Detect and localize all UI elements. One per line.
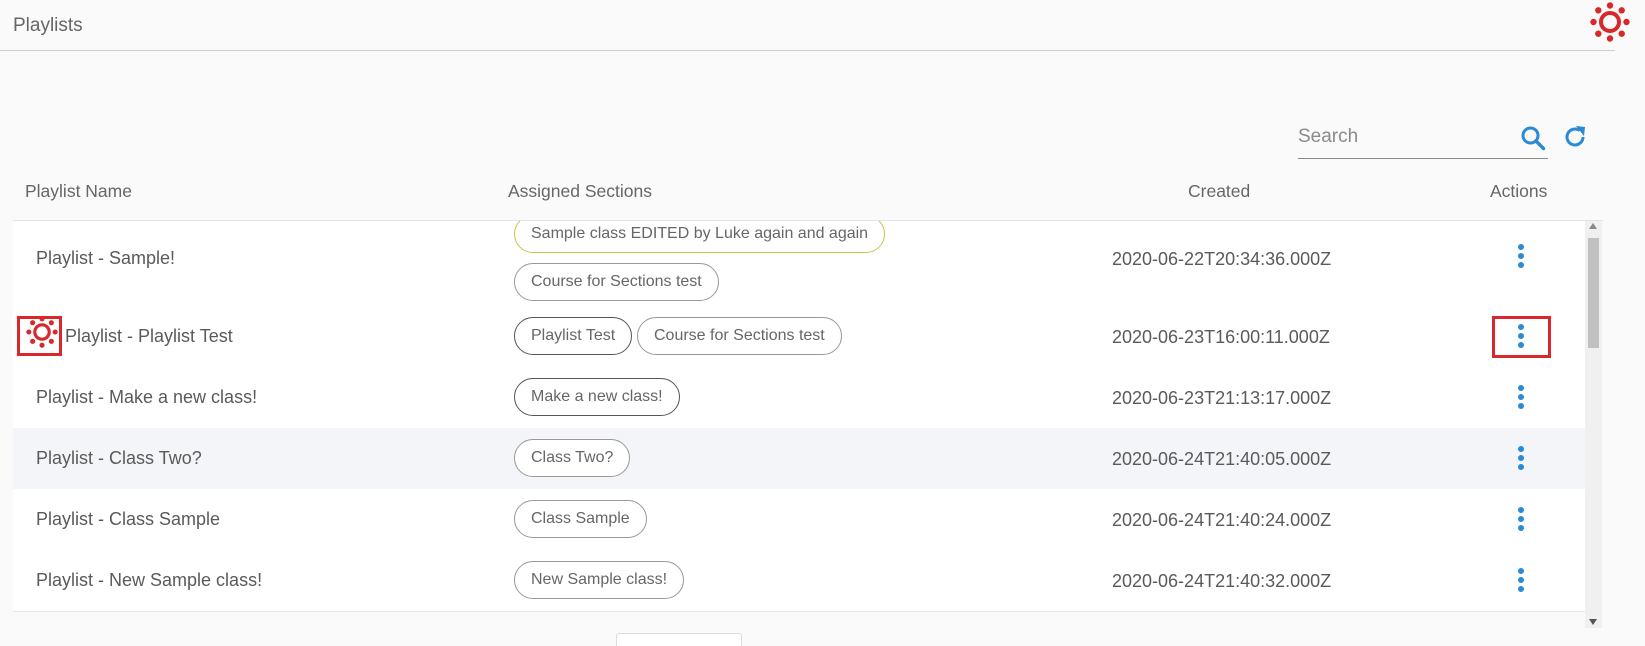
section-chip[interactable]: New Sample class! <box>514 561 685 599</box>
created-date: 2020-06-24T21:40:32.000Z <box>1112 571 1332 591</box>
section-chip[interactable]: Class Two? <box>514 439 631 477</box>
table-row[interactable]: Playlist - Sample! Sample class EDITED b… <box>13 221 1585 307</box>
created-date: 2020-06-24T21:40:24.000Z <box>1112 510 1332 530</box>
table-row[interactable]: Playlist - Class Two? Class Two? 2020-06… <box>13 428 1585 490</box>
table-header: Playlist Name Assigned Sections Created … <box>13 168 1603 221</box>
table-scrollbar[interactable] <box>1585 221 1602 628</box>
row-actions-kebab-icon[interactable] <box>1512 565 1530 595</box>
table-row[interactable]: Playlist - Make a new class! Make a new … <box>13 367 1585 429</box>
page-title: Playlists <box>13 15 83 36</box>
created-date: 2020-06-23T16:00:11.000Z <box>1112 327 1330 347</box>
row-actions-kebab-icon[interactable] <box>1512 504 1530 534</box>
search-box <box>1298 118 1548 159</box>
scroll-down-arrow-icon[interactable] <box>1589 619 1597 625</box>
search-input[interactable] <box>1298 124 1498 150</box>
section-chip[interactable]: Course for Sections test <box>514 263 719 301</box>
playlist-name: Playlist - Class Sample <box>36 509 221 529</box>
table-body: Playlist - Sample! Sample class EDITED b… <box>13 221 1585 628</box>
column-header-assigned-sections[interactable]: Assigned Sections <box>508 181 652 202</box>
playlist-name: Playlist - Make a new class! <box>36 387 258 407</box>
row-actions-kebab-icon[interactable] <box>1512 382 1530 412</box>
scrollbar-thumb[interactable] <box>1588 238 1599 348</box>
table-row[interactable]: Playlist - Class Sample Class Sample 202… <box>13 489 1585 551</box>
column-header-actions: Actions <box>1490 181 1548 201</box>
scroll-up-arrow-icon[interactable] <box>1589 223 1597 229</box>
section-chip[interactable]: Class Sample <box>514 500 647 538</box>
search-icon[interactable] <box>1520 125 1546 151</box>
created-date: 2020-06-22T20:34:36.000Z <box>1112 249 1332 269</box>
table-row[interactable]: Playlist - Playlist Test Playlist Test C… <box>13 306 1585 368</box>
created-date: 2020-06-24T21:40:05.000Z <box>1112 449 1332 469</box>
table-row[interactable]: Playlist - New Sample class! New Sample … <box>13 550 1585 612</box>
row-actions-kebab-icon[interactable] <box>1512 443 1530 473</box>
section-chip[interactable]: Sample class EDITED by Luke again and ag… <box>514 221 886 253</box>
row-actions-kebab-icon[interactable] <box>1512 241 1530 271</box>
canvas-logo-icon[interactable] <box>26 316 58 348</box>
section-chip[interactable]: Course for Sections test <box>637 317 842 355</box>
playlist-name: Playlist - New Sample class! <box>36 570 263 590</box>
playlist-name: Playlist - Sample! <box>36 248 176 268</box>
playlist-name: Playlist - Playlist Test <box>65 326 233 346</box>
playlist-name: Playlist - Class Two? <box>36 448 202 468</box>
column-header-playlist-name[interactable]: Playlist Name <box>25 181 132 202</box>
top-bar: Playlists <box>0 0 1615 51</box>
section-chip[interactable]: Playlist Test <box>514 317 633 355</box>
row-actions-kebab-icon[interactable] <box>1512 321 1530 351</box>
refresh-icon[interactable] <box>1562 124 1588 150</box>
section-chip[interactable]: Make a new class! <box>514 378 680 416</box>
column-header-created[interactable]: Created <box>1188 181 1250 202</box>
canvas-logo-icon[interactable] <box>1590 2 1630 42</box>
bottom-panel-tab[interactable] <box>616 633 742 646</box>
created-date: 2020-06-23T21:13:17.000Z <box>1112 388 1332 408</box>
